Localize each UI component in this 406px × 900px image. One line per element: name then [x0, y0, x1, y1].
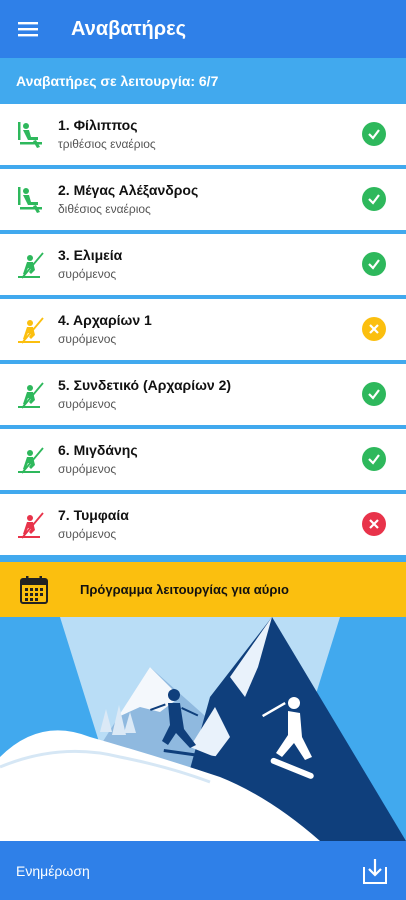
lifts-summary: Αναβατήρες σε λειτουργία: 6/7: [0, 58, 406, 104]
lift-type: συρόμενος: [58, 397, 117, 411]
lift-name: 1. Φίλιππος: [58, 117, 138, 133]
status-open-icon: [362, 122, 386, 146]
lift-row[interactable]: 7. Τυμφαία συρόμενος: [0, 494, 406, 555]
lifts-summary-text: Αναβατήρες σε λειτουργία: 6/7: [16, 73, 219, 89]
chairlift-icon: [14, 118, 48, 152]
calendar-icon: [20, 575, 48, 604]
lift-name: 6. Μιγδάνης: [58, 442, 138, 458]
lift-type: τριθέσιος εναέριος: [58, 137, 156, 151]
app-bar: Αναβατήρες: [0, 0, 406, 58]
lift-name: 7. Τυμφαία: [58, 507, 129, 523]
lift-type: διθέσιος εναέριος: [58, 202, 151, 216]
ski-illustration: [0, 617, 406, 841]
surface-lift-icon: [14, 508, 48, 542]
lift-row[interactable]: 6. Μιγδάνης συρόμενος: [0, 429, 406, 490]
update-bar[interactable]: Ενημέρωση: [0, 841, 406, 900]
lift-text: 3. Ελιμεία συρόμενος: [58, 246, 122, 283]
page-title: Αναβατήρες: [71, 17, 187, 40]
lift-name: 5. Συνδετικό (Αρχαρίων 2): [58, 377, 232, 393]
download-icon[interactable]: [362, 857, 388, 885]
lift-name: 3. Ελιμεία: [58, 247, 123, 263]
status-open-icon: [362, 252, 386, 276]
update-label: Ενημέρωση: [16, 862, 90, 879]
tomorrow-schedule-button[interactable]: Πρόγραμμα λειτουργίας για αύριο: [0, 562, 406, 617]
surface-lift-icon: [14, 313, 48, 347]
lift-row[interactable]: 5. Συνδετικό (Αρχαρίων 2) συρόμενος: [0, 364, 406, 425]
status-closed-icon: [362, 512, 386, 536]
lift-row[interactable]: 2. Μέγας Αλέξανδρος διθέσιος εναέριος: [0, 169, 406, 230]
status-open-icon: [362, 187, 386, 211]
lift-name: 4. Αρχαρίων 1: [58, 312, 152, 328]
lift-text: 6. Μιγδάνης συρόμενος: [58, 441, 138, 478]
status-limited-icon: [362, 317, 386, 341]
lift-text: 5. Συνδετικό (Αρχαρίων 2) συρόμενος: [58, 376, 231, 413]
lift-type: συρόμενος: [58, 332, 117, 346]
lift-text: 7. Τυμφαία συρόμενος: [58, 506, 129, 543]
menu-icon[interactable]: [0, 0, 56, 58]
lift-row[interactable]: 1. Φίλιππος τριθέσιος εναέριος: [0, 104, 406, 165]
lift-text: 2. Μέγας Αλέξανδρος διθέσιος εναέριος: [58, 181, 198, 218]
lift-type: συρόμενος: [58, 527, 117, 541]
surface-lift-icon: [14, 443, 48, 477]
lift-row[interactable]: 3. Ελιμεία συρόμενος: [0, 234, 406, 295]
lift-type: συρόμενος: [58, 462, 117, 476]
chairlift-icon: [14, 183, 48, 217]
lift-text: 1. Φίλιππος τριθέσιος εναέριος: [58, 116, 156, 153]
lift-text: 4. Αρχαρίων 1 συρόμενος: [58, 311, 152, 348]
status-open-icon: [362, 447, 386, 471]
surface-lift-icon: [14, 378, 48, 412]
lift-name: 2. Μέγας Αλέξανδρος: [58, 182, 199, 198]
lift-type: συρόμενος: [58, 267, 117, 281]
lift-list: 1. Φίλιππος τριθέσιος εναέριος 2. Μέγας …: [0, 104, 406, 559]
tomorrow-schedule-label: Πρόγραμμα λειτουργίας για αύριο: [80, 582, 289, 597]
lift-row[interactable]: 4. Αρχαρίων 1 συρόμενος: [0, 299, 406, 360]
surface-lift-icon: [14, 248, 48, 282]
status-open-icon: [362, 382, 386, 406]
